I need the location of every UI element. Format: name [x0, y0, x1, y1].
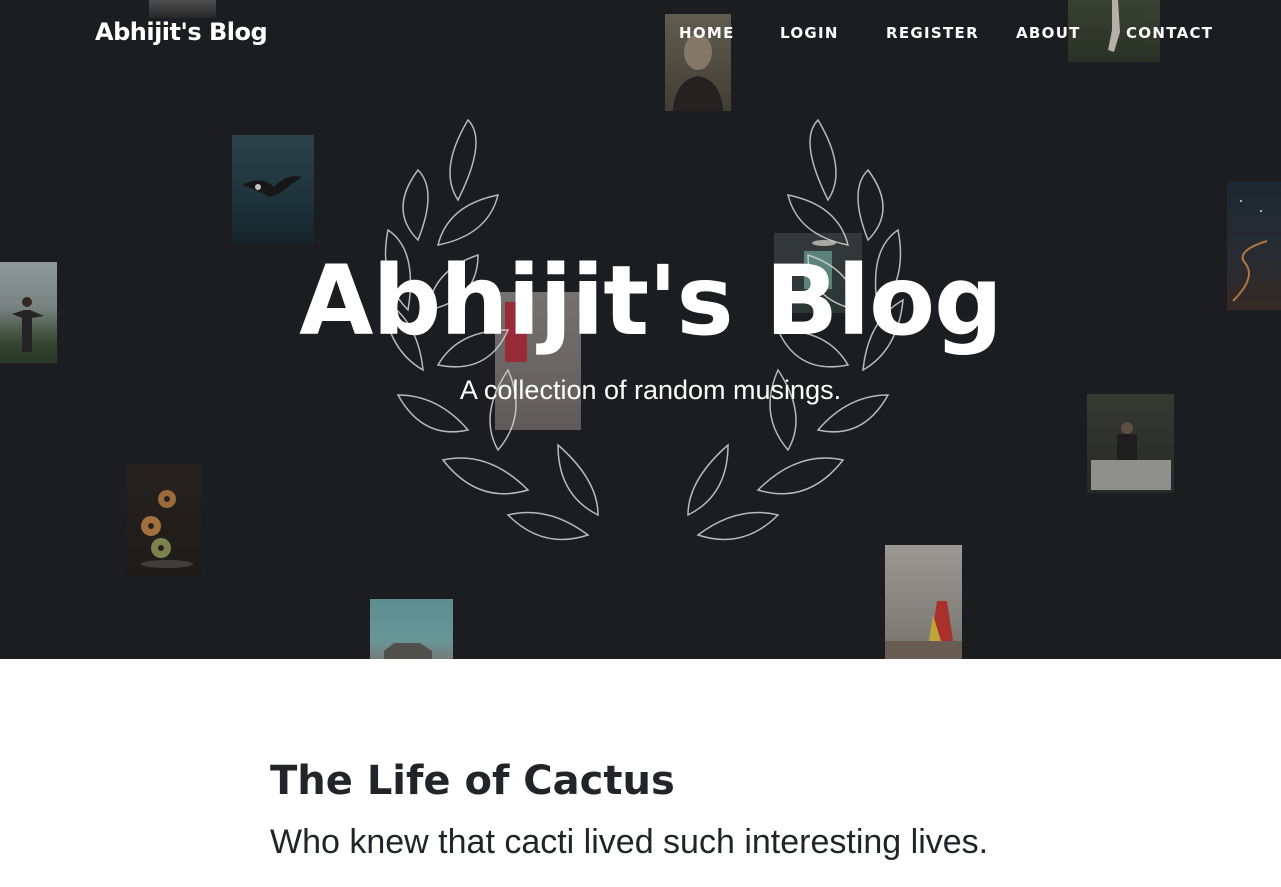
dancer-figure: [885, 601, 962, 659]
photo-donuts: [127, 464, 201, 576]
nav-about[interactable]: ABOUT: [1016, 24, 1081, 42]
post-title-link[interactable]: The Life of Cactus: [270, 758, 675, 804]
hero-subtitle: A collection of random musings.: [459, 375, 842, 405]
nav-login[interactable]: LOGIN: [780, 24, 839, 42]
photo-eagle: [232, 135, 314, 244]
photo-dancer: [885, 545, 962, 659]
building-figure: [384, 643, 432, 659]
nav-contact[interactable]: CONTACT: [1126, 24, 1213, 42]
photo-market: [1087, 394, 1174, 493]
post-subtitle: Who knew that cacti lived such interesti…: [270, 823, 989, 861]
nav-register[interactable]: REGISTER: [886, 24, 979, 42]
hero-title: Abhijit's Blog: [299, 245, 1003, 357]
donuts-figure: [141, 490, 193, 568]
photo-building: [370, 599, 453, 659]
photo-statue-top: [149, 0, 216, 18]
main-nav: HOME LOGIN REGISTER ABOUT CONTACT: [0, 24, 1281, 48]
eagle-figure: [242, 176, 302, 197]
nav-home[interactable]: HOME: [679, 24, 735, 42]
market-figure: [1091, 422, 1171, 490]
hero-header: Abhijit's Blog HOME LOGIN REGISTER ABOUT…: [0, 0, 1281, 659]
